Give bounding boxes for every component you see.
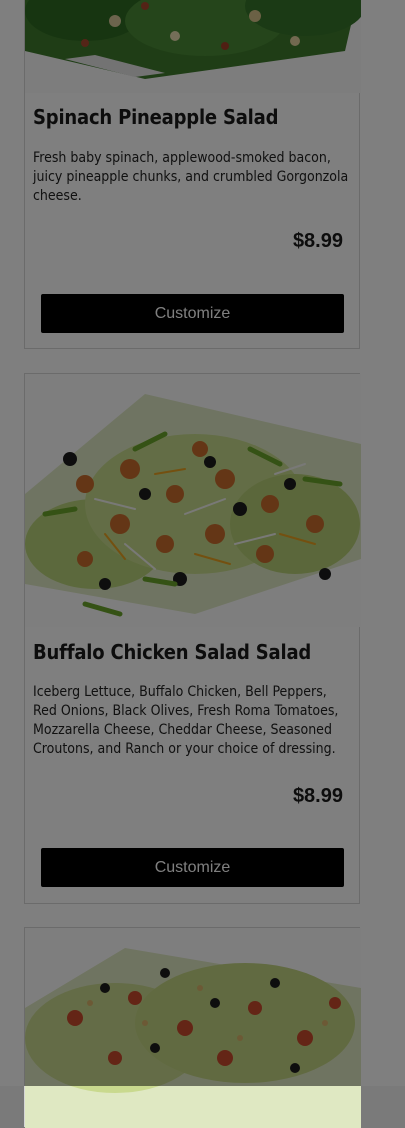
menu-item-card: Buffalo Chicken Salad Salad Iceberg Lett…	[24, 373, 361, 904]
salad-photo	[25, 374, 361, 627]
customize-button[interactable]: Customize	[41, 294, 344, 333]
menu-page: Spinach Pineapple Salad Fresh baby spina…	[0, 0, 405, 1128]
salad-image	[25, 928, 361, 1128]
item-title: Spinach Pineapple Salad	[33, 105, 279, 129]
spinach-salad-image	[25, 0, 361, 93]
item-description: Fresh baby spinach, applewood-smoked bac…	[33, 150, 349, 204]
menu-item-card	[24, 927, 361, 1128]
item-price: $8.99	[292, 230, 343, 252]
item-description: Iceberg Lettuce, Buffalo Chicken, Bell P…	[33, 684, 339, 757]
salad-photo	[25, 0, 361, 93]
salad-photo	[25, 928, 361, 1128]
item-title: Buffalo Chicken Salad Salad	[33, 640, 312, 664]
buffalo-chicken-salad-image	[25, 374, 361, 627]
menu-item-card: Spinach Pineapple Salad Fresh baby spina…	[24, 0, 361, 349]
item-price: $8.99	[292, 785, 343, 807]
customize-button[interactable]: Customize	[41, 848, 344, 887]
